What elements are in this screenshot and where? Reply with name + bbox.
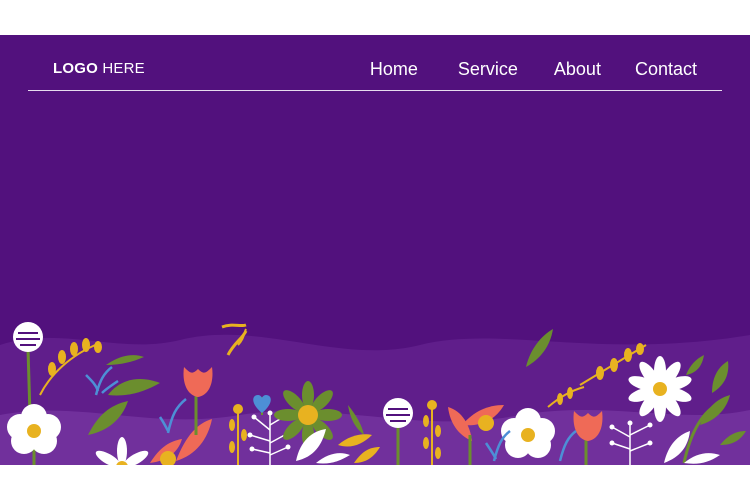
nav-link-service[interactable]: Service — [458, 59, 518, 80]
flower-meadow-illustration — [0, 322, 750, 465]
site-header: LOGO HERE Home Service About Contact — [28, 35, 722, 91]
header-divider — [28, 90, 722, 91]
hero-banner: LOGO HERE Home Service About Contact — [0, 35, 750, 465]
logo[interactable]: LOGO HERE — [53, 60, 145, 77]
nav-link-about[interactable]: About — [554, 59, 601, 80]
logo-regular-text: HERE — [102, 60, 145, 77]
nav-link-home[interactable]: Home — [370, 59, 418, 80]
nav-link-contact[interactable]: Contact — [635, 59, 697, 80]
logo-bold-text: LOGO — [53, 60, 98, 77]
main-nav: Home Service About Contact — [370, 59, 722, 80]
